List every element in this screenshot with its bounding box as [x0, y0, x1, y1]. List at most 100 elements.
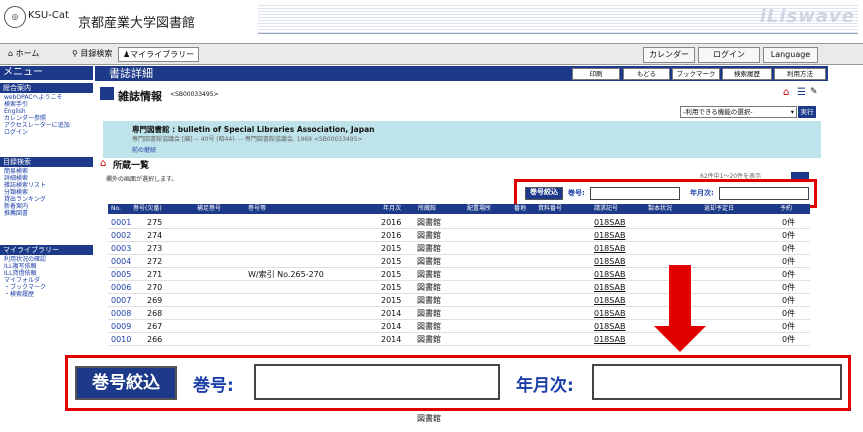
row-year: 2016 — [381, 218, 402, 227]
section-title: 雑誌情報 — [118, 90, 162, 103]
sidebar-item[interactable]: 雑誌検索リスト — [4, 182, 46, 189]
row-number[interactable]: 0010 — [111, 333, 131, 346]
row-number[interactable]: 0005 — [111, 268, 131, 281]
toolbar-button[interactable]: もどる — [623, 68, 670, 80]
column-header[interactable]: 番地 — [514, 205, 526, 213]
row-location: 図書館 — [417, 309, 441, 318]
row-reservations: 0件 — [782, 335, 796, 344]
column-header[interactable]: 配置場所 — [467, 205, 491, 213]
function-select[interactable]: -利用できる機能の選択- ▾ — [680, 106, 797, 118]
sidebar-item[interactable]: アクセスレーターに追加 — [4, 122, 70, 129]
table-row — [108, 229, 810, 242]
brand-logo: iLiswave — [759, 6, 855, 27]
sidebar-item[interactable]: ILL複写依頼 — [4, 263, 36, 270]
column-header[interactable]: 製本状況 — [648, 205, 672, 213]
row-number[interactable]: 0004 — [111, 255, 131, 268]
go-button[interactable]: 実行 — [798, 106, 816, 118]
table-row — [108, 255, 810, 268]
row-call-number[interactable]: 018SAB — [594, 333, 625, 346]
list-icon[interactable]: ☰ — [797, 87, 806, 98]
calendar-button[interactable]: カレンダー — [643, 47, 695, 63]
row-reservations: 0件 — [782, 296, 796, 305]
column-header[interactable]: 返却予定日 — [704, 205, 734, 213]
row-number[interactable]: 0008 — [111, 307, 131, 320]
chevron-down-icon: ▾ — [790, 108, 794, 116]
sidebar-item[interactable]: ・検索履歴 — [4, 291, 34, 298]
sidebar-item[interactable]: English — [4, 108, 26, 115]
column-header[interactable]: 補足巻号 — [197, 205, 221, 213]
row-reservations: 0件 — [782, 270, 796, 279]
nav-search-label: 目録検索 — [80, 49, 113, 58]
row-volume: 266 — [147, 335, 163, 344]
sidebar-item[interactable]: 詳細検索 — [4, 175, 28, 182]
sidebar-item[interactable]: 検索手引 — [4, 101, 28, 108]
row-number[interactable]: 0009 — [111, 320, 131, 333]
holdings-note: 欄外の画面が選択します。 — [106, 176, 178, 183]
sidebar-item[interactable]: 貸出ランキング — [4, 196, 46, 203]
toolbar-button[interactable]: ブックマーク — [672, 68, 720, 80]
book-icon — [100, 87, 114, 100]
row-call-number[interactable]: 018SAB — [594, 255, 625, 268]
row-number[interactable]: 0002 — [111, 229, 131, 242]
row-volume: 272 — [147, 257, 163, 266]
column-header[interactable]: 請求記号 — [594, 205, 618, 213]
language-button[interactable]: Language — [763, 47, 818, 63]
column-header[interactable]: 資料番号 — [538, 205, 562, 213]
nav-mylibrary[interactable]: ♟マイライブラリー — [118, 47, 200, 62]
row-location: 図書館 — [417, 283, 441, 292]
row-call-number[interactable]: 018SAB — [594, 320, 625, 333]
toolbar-button[interactable]: 利用方法 — [774, 68, 826, 80]
row-call-number[interactable]: 018SAB — [594, 216, 625, 229]
row-reservations: 0件 — [782, 283, 796, 292]
table-row — [108, 307, 810, 320]
row-call-number[interactable]: 018SAB — [594, 242, 625, 255]
sidebar-item[interactable]: ログイン — [4, 129, 28, 136]
sidebar-item[interactable]: カレンダー参照 — [4, 115, 46, 122]
row-year: 2015 — [381, 270, 402, 279]
column-header[interactable]: 巻号等 — [248, 205, 266, 213]
prev-title-link[interactable]: 前の継続 — [132, 145, 156, 154]
sidebar-section-0: 総合案内 — [0, 83, 93, 93]
sidebar-item[interactable]: 簡易検索 — [4, 168, 28, 175]
sidebar-item[interactable]: webOPACへようこそ — [4, 94, 63, 101]
login-button[interactable]: ログイン — [698, 47, 760, 63]
column-header[interactable]: No. — [111, 205, 121, 213]
row-call-number[interactable]: 018SAB — [594, 294, 625, 307]
column-header[interactable]: 巻号(欠番) — [133, 205, 162, 213]
sidebar-item[interactable]: 利用状況の確認 — [4, 256, 46, 263]
toolbar-button[interactable]: 検索履歴 — [722, 68, 772, 80]
row-volume: 267 — [147, 322, 163, 331]
edit-icon[interactable]: ✎ — [810, 87, 818, 97]
row-number[interactable]: 0001 — [111, 216, 131, 229]
sidebar-item[interactable]: ・ブックマーク — [4, 284, 46, 291]
nav-search[interactable]: ⚲ 目録検索 — [68, 47, 116, 62]
sidebar-item[interactable]: 分類検索 — [4, 189, 28, 196]
row-call-number[interactable]: 018SAB — [594, 281, 625, 294]
column-header[interactable]: 年月次 — [383, 205, 401, 213]
row-number[interactable]: 0006 — [111, 281, 131, 294]
table-row — [108, 294, 810, 307]
row-call-number[interactable]: 018SAB — [594, 229, 625, 242]
column-header[interactable]: 予約 — [780, 205, 792, 213]
sidebar-section-1: 目録検索 — [0, 157, 93, 167]
column-header[interactable]: 所蔵館 — [418, 205, 436, 213]
holdings-title: 所蔵一覧 — [113, 161, 150, 171]
row-reservations: 0件 — [782, 257, 796, 266]
main-title: 書誌詳細 — [109, 67, 153, 80]
row-number[interactable]: 0003 — [111, 242, 131, 255]
nav-home[interactable]: ⌂ ホーム — [4, 47, 43, 62]
table-row — [108, 281, 810, 294]
row-call-number[interactable]: 018SAB — [594, 268, 625, 281]
row-number[interactable]: 0007 — [111, 294, 131, 307]
sidebar-item[interactable]: 新着案内 — [4, 203, 28, 210]
table-row — [108, 242, 810, 255]
arrow-down-icon — [654, 326, 706, 352]
cut-row-location: 図書館 — [417, 414, 441, 423]
nav-mylibrary-label: マイライブラリー — [130, 50, 195, 59]
row-call-number[interactable]: 018SAB — [594, 307, 625, 320]
sidebar-item[interactable]: マイフォルダ — [4, 277, 40, 284]
home-red-icon[interactable]: ⌂ — [783, 87, 789, 98]
toolbar-button[interactable]: 印刷 — [572, 68, 620, 80]
sidebar-item[interactable]: ILL貸借依頼 — [4, 270, 36, 277]
sidebar-item[interactable]: 推薦図書 — [4, 210, 28, 217]
